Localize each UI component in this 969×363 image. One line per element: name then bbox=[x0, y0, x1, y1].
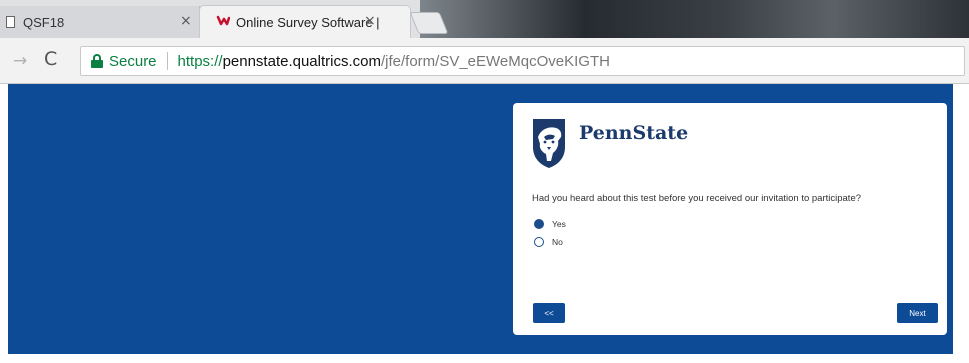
tab-close-icon[interactable]: × bbox=[180, 13, 192, 29]
url-divider bbox=[166, 52, 168, 70]
url-scheme: https:// bbox=[177, 52, 223, 70]
choice-label[interactable]: Yes bbox=[552, 219, 566, 229]
browser-toolbar: → C Secure https://pennstate.qualtrics.c… bbox=[0, 38, 969, 84]
url-path: /jfe/form/SV_eEWeMqcOveKIGTH bbox=[380, 52, 610, 70]
tab-strip: QSF18 × Online Survey Software | × bbox=[0, 0, 969, 38]
tab-title: Online Survey Software | bbox=[236, 14, 380, 30]
url-text[interactable]: https://pennstate.qualtrics.com/jfe/form… bbox=[178, 53, 610, 70]
reload-icon[interactable]: C bbox=[44, 49, 57, 69]
tab-qsf18[interactable]: QSF18 × bbox=[0, 6, 200, 38]
tab-close-icon[interactable]: × bbox=[364, 13, 376, 29]
page-icon bbox=[6, 16, 15, 28]
radio-selected-icon[interactable] bbox=[534, 219, 544, 229]
tab-online-survey[interactable]: Online Survey Software | × bbox=[200, 6, 410, 38]
penn-state-shield-logo bbox=[533, 119, 565, 168]
tab-title: QSF18 bbox=[23, 14, 65, 30]
penn-state-wordmark: PennState bbox=[579, 122, 689, 144]
choice-no[interactable]: No bbox=[534, 237, 563, 247]
back-arrow-icon[interactable]: → bbox=[13, 51, 27, 71]
page-content: PennState Had you heard about this test … bbox=[0, 84, 969, 363]
qualtrics-logo-icon bbox=[216, 15, 230, 26]
url-host: pennstate.qualtrics.com bbox=[222, 52, 381, 70]
survey-card: PennState Had you heard about this test … bbox=[513, 103, 947, 335]
lock-icon bbox=[91, 54, 103, 68]
radio-unselected-icon[interactable] bbox=[534, 237, 544, 247]
choice-yes[interactable]: Yes bbox=[534, 219, 566, 229]
question-text: Had you heard about this test before you… bbox=[532, 193, 862, 204]
tabstrip-background bbox=[420, 0, 969, 38]
next-button[interactable]: Next bbox=[897, 303, 938, 323]
back-button[interactable]: << bbox=[533, 303, 565, 323]
address-bar[interactable]: Secure https://pennstate.qualtrics.com/j… bbox=[80, 46, 965, 76]
choice-label[interactable]: No bbox=[552, 237, 563, 247]
secure-label: Secure bbox=[109, 52, 157, 70]
